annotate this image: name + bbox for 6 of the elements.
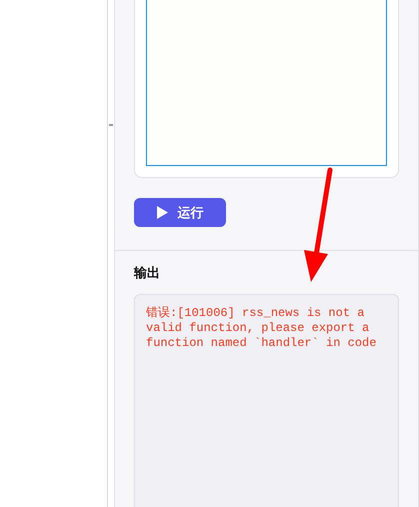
run-button[interactable]: 运行 (134, 198, 226, 227)
output-text: 错误:[101006] rss_news is not a valid function, please export a function named `handler` in code (146, 306, 378, 351)
code-input-field[interactable] (146, 0, 387, 166)
output-title: 输出 (134, 265, 161, 282)
play-icon (156, 206, 168, 219)
resize-handle[interactable] (109, 124, 113, 126)
